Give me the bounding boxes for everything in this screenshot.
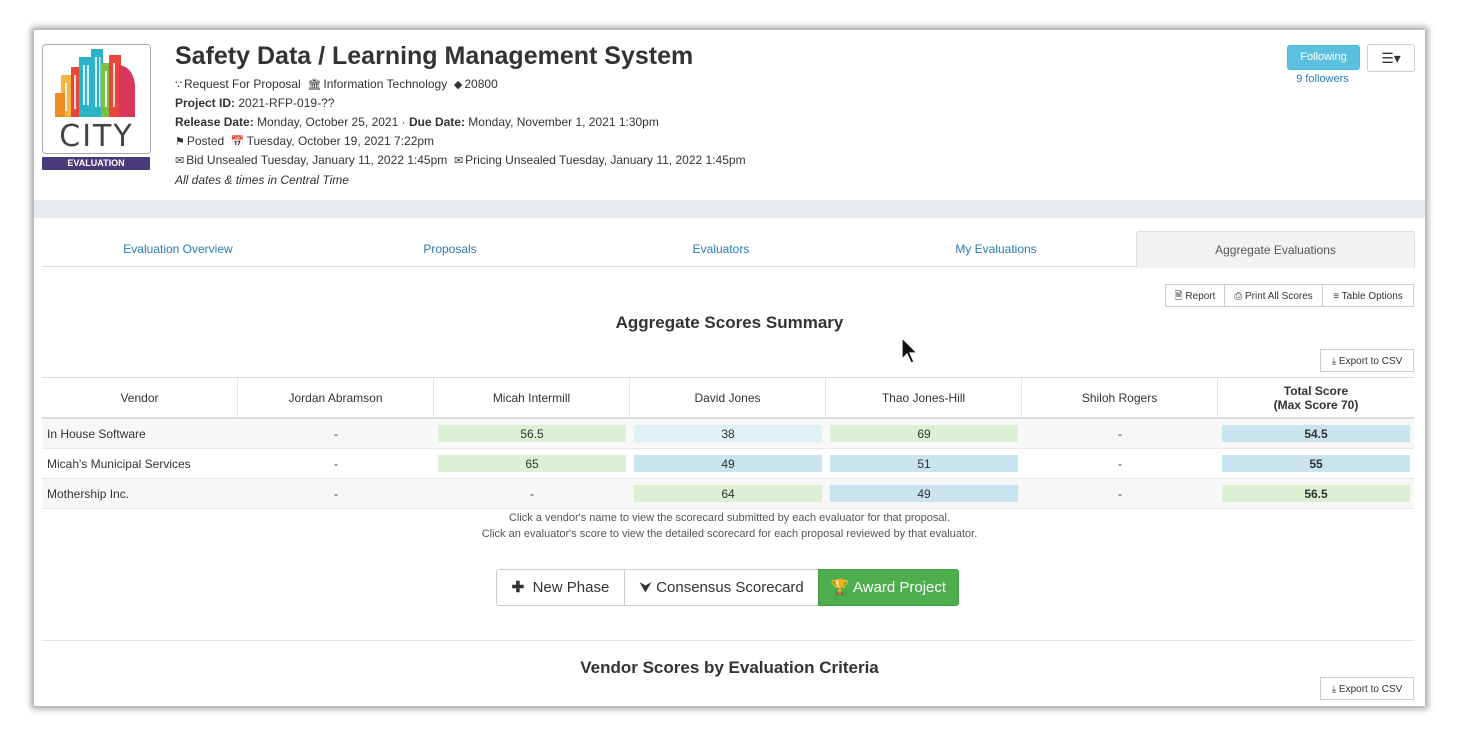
bid-unsealed: Bid Unsealed Tuesday, January 11, 2022 1… (186, 153, 448, 167)
plus-icon: ✚ (511, 579, 525, 596)
score-cell: - (530, 486, 534, 501)
sitemap-icon: ⮟ (639, 579, 652, 596)
city-skyline-icon (55, 49, 135, 117)
mouse-cursor-icon (901, 337, 919, 364)
project-id-label: Project ID: (175, 96, 236, 110)
evaluation-badge: EVALUATION (42, 157, 150, 170)
print-all-scores-button[interactable]: ⎙ Print All Scores (1224, 284, 1323, 307)
score-cell[interactable]: 51 (826, 449, 1022, 478)
score-cell[interactable]: 69 (826, 419, 1022, 448)
tab-evaluation-overview[interactable]: Evaluation Overview (42, 231, 314, 266)
print-icon: ⎙ (1234, 291, 1243, 302)
tab-evaluators[interactable]: Evaluators (586, 231, 856, 266)
score-cell: - (334, 426, 338, 441)
score-cell[interactable]: 49 (826, 479, 1022, 508)
column-header-vendor: Vendor (42, 378, 238, 417)
column-header-total-score: Total Score (Max Score 70) (1273, 383, 1359, 412)
vendor-name[interactable]: Mothership Inc. (42, 479, 238, 508)
project-id: 2021-RFP-019-?? (238, 96, 335, 110)
score-cell[interactable]: 56.5 (434, 419, 630, 448)
column-header-evaluator[interactable]: Jordan Abramson (238, 378, 434, 417)
posted-line: ⚑ Posted 📅 Tuesday, October 19, 2021 7:22p… (175, 134, 434, 148)
sliders-icon: ≡ (1333, 291, 1340, 302)
total-score-cell: 54.5 (1218, 419, 1414, 448)
aggregate-summary-title: Aggregate Scores Summary (615, 313, 844, 332)
project-id-line: Project ID: 2021-RFP-019-?? (175, 96, 334, 110)
download-icon: ⤓ (1331, 356, 1337, 367)
score-cell: - (334, 456, 338, 471)
project-type: Request For Proposal (184, 77, 301, 91)
tab-aggregate-evaluations[interactable]: Aggregate Evaluations (1136, 231, 1415, 268)
table-header: Vendor Jordan Abramson Micah Intermill D… (42, 377, 1414, 419)
score-cell[interactable]: 65 (434, 449, 630, 478)
vendor-hint: Click a vendor's name to view the scorec… (508, 512, 951, 524)
trophy-icon: 🏆 (830, 579, 850, 596)
envelope-open-icon: ✉ (175, 155, 185, 167)
table-row: In House Software - 56.5 38 69 - 54.5 (42, 419, 1414, 449)
pricing-unsealed: Pricing Unsealed Tuesday, January 11, 20… (465, 153, 746, 167)
score-cell: - (334, 486, 338, 501)
evaluator-hint: Click an evaluator's score to view the d… (481, 528, 978, 540)
city-logo: CITY (42, 44, 151, 154)
file-icon: 🗎 (1174, 291, 1183, 302)
list-icon: ☰▾ (1381, 50, 1401, 66)
tag-icon: ◆ (453, 79, 463, 91)
page-title: Safety Data / Learning Management System (175, 42, 694, 70)
new-phase-button[interactable]: ✚ New Phase (496, 569, 625, 606)
department-link[interactable]: Information Technology (323, 77, 447, 91)
due-label: Due Date: (408, 115, 465, 129)
score-cell[interactable]: 49 (630, 449, 826, 478)
tab-my-evaluations[interactable]: My Evaluations (856, 231, 1136, 266)
bank-icon: 🏛 (307, 79, 322, 91)
total-score-cell: 56.5 (1218, 479, 1414, 508)
section-divider (42, 640, 1414, 641)
vendor-name[interactable]: In House Software (42, 419, 238, 448)
due-date: Monday, November 1, 2021 1:30pm (468, 115, 659, 129)
unsealed-line: ✉ Bid Unsealed Tuesday, January 11, 2022 … (175, 153, 746, 167)
column-header-evaluator[interactable]: David Jones (630, 378, 826, 417)
export-csv-button[interactable]: ⤓ Export to CSV (1320, 349, 1414, 372)
app-window: CITY EVALUATION Safety Data / Learning M… (34, 30, 1425, 706)
calendar-icon: 📅 (230, 136, 245, 148)
envelope-open-icon: ✉ (453, 155, 464, 167)
project-header: CITY EVALUATION Safety Data / Learning M… (34, 30, 1425, 200)
rss-icon: ∵ (175, 79, 182, 91)
score-cell: - (1118, 486, 1122, 501)
vendor-name[interactable]: Micah's Municipal Services (42, 449, 238, 478)
report-button[interactable]: 🗎 Report (1165, 284, 1225, 307)
table-row: Mothership Inc. - - 64 49 - 56.5 (42, 479, 1414, 509)
column-header-evaluator[interactable]: Micah Intermill (434, 378, 630, 417)
consensus-scorecard-button[interactable]: ⮟ Consensus Scorecard (624, 569, 819, 606)
score-cell[interactable]: 38 (630, 419, 826, 448)
tag-code[interactable]: 20800 (464, 77, 497, 91)
evaluation-tabs: Evaluation Overview Proposals Evaluators… (42, 231, 1415, 268)
posted-label: Posted (186, 134, 225, 148)
column-header-evaluator[interactable]: Shiloh Rogers (1022, 378, 1218, 417)
actions-menu-button[interactable]: ☰▾ (1367, 44, 1415, 72)
table-row: Micah's Municipal Services - 65 49 51 - … (42, 449, 1414, 479)
aggregate-scores-table: Vendor Jordan Abramson Micah Intermill D… (42, 377, 1414, 509)
export-criteria-csv-button[interactable]: ⤓ Export to CSV (1320, 677, 1414, 700)
score-cell: - (1118, 456, 1122, 471)
download-icon: ⤓ (1331, 684, 1337, 695)
header-divider-band (34, 200, 1425, 218)
project-type-line: ∵ Request For Proposal 🏛 Information Techn… (175, 77, 498, 91)
following-button[interactable]: Following (1287, 45, 1360, 70)
timezone-note: All dates & times in Central Time (175, 173, 349, 187)
logo-word: CITY (59, 119, 134, 154)
score-cell: - (1118, 426, 1122, 441)
table-options-button[interactable]: ≡ Table Options (1322, 284, 1414, 307)
total-score-cell: 55 (1218, 449, 1414, 478)
score-cell[interactable]: 64 (630, 479, 826, 508)
followers-link[interactable]: 9 followers (1287, 73, 1358, 85)
release-label: Release Date: (175, 115, 254, 129)
column-header-evaluator[interactable]: Thao Jones-Hill (826, 378, 1022, 417)
flag-icon: ⚑ (175, 136, 185, 148)
posted-date: Tuesday, October 19, 2021 7:22pm (246, 134, 435, 148)
dates-line: Release Date: Monday, October 25, 2021 ·… (175, 115, 659, 129)
award-project-button[interactable]: 🏆 Award Project (818, 569, 959, 606)
release-date: Monday, October 25, 2021 (257, 115, 399, 129)
criteria-section-title: Vendor Scores by Evaluation Criteria (580, 658, 879, 677)
tab-proposals[interactable]: Proposals (314, 231, 586, 266)
